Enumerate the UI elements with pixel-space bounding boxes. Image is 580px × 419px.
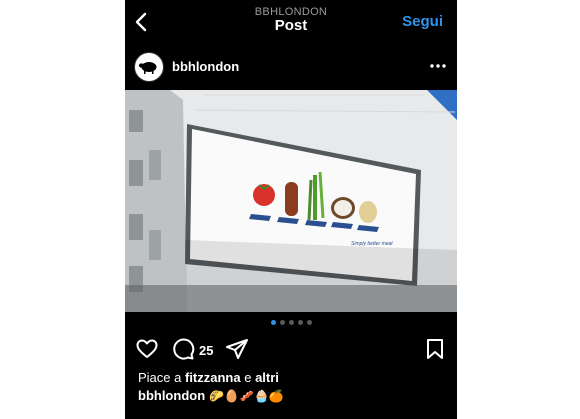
carousel-dot bbox=[279, 320, 285, 325]
share-icon[interactable] bbox=[225, 337, 249, 361]
carousel-dot bbox=[297, 320, 303, 325]
post-image[interactable]: Simply better meat bbox=[125, 90, 457, 312]
heart-icon[interactable] bbox=[135, 337, 159, 361]
comment-icon[interactable] bbox=[171, 337, 195, 361]
top-bar: BBHLONDON Post Segui bbox=[125, 0, 457, 44]
post-header: bbhlondon bbox=[125, 44, 457, 90]
bookmark-icon[interactable] bbox=[423, 337, 447, 361]
follow-button[interactable]: Segui bbox=[402, 13, 443, 30]
likes-line: Piace a fitzzanna e altri bbox=[138, 370, 279, 385]
avatar[interactable] bbox=[134, 52, 164, 82]
more-icon[interactable] bbox=[429, 57, 447, 75]
caption-emojis: 🌮🥚🥓🧁🍊 bbox=[209, 388, 284, 403]
carousel-dot bbox=[288, 320, 294, 325]
billboard-photo: Simply better meat bbox=[125, 90, 457, 312]
comments-count: 25 bbox=[199, 343, 214, 358]
likes-user[interactable]: fitzzanna bbox=[185, 370, 241, 385]
post-actions: 25 bbox=[125, 334, 457, 364]
carousel-dot bbox=[306, 320, 312, 325]
post-username[interactable]: bbhlondon bbox=[172, 59, 239, 74]
likes-middle: e bbox=[240, 370, 256, 385]
likes-prefix: Piace a bbox=[138, 370, 185, 385]
sheep-logo-icon bbox=[138, 62, 157, 74]
likes-others[interactable]: altri bbox=[255, 370, 279, 385]
instagram-post-screen: BBHLONDON Post Segui bbhlondon Simply be… bbox=[125, 0, 457, 419]
billboard-text: Simply better meat bbox=[351, 241, 393, 247]
carousel-indicator bbox=[125, 320, 457, 328]
caption: bbhlondon 🌮🥚🥓🧁🍊 bbox=[138, 388, 284, 403]
carousel-dot bbox=[270, 320, 276, 325]
caption-username[interactable]: bbhlondon bbox=[138, 388, 205, 403]
